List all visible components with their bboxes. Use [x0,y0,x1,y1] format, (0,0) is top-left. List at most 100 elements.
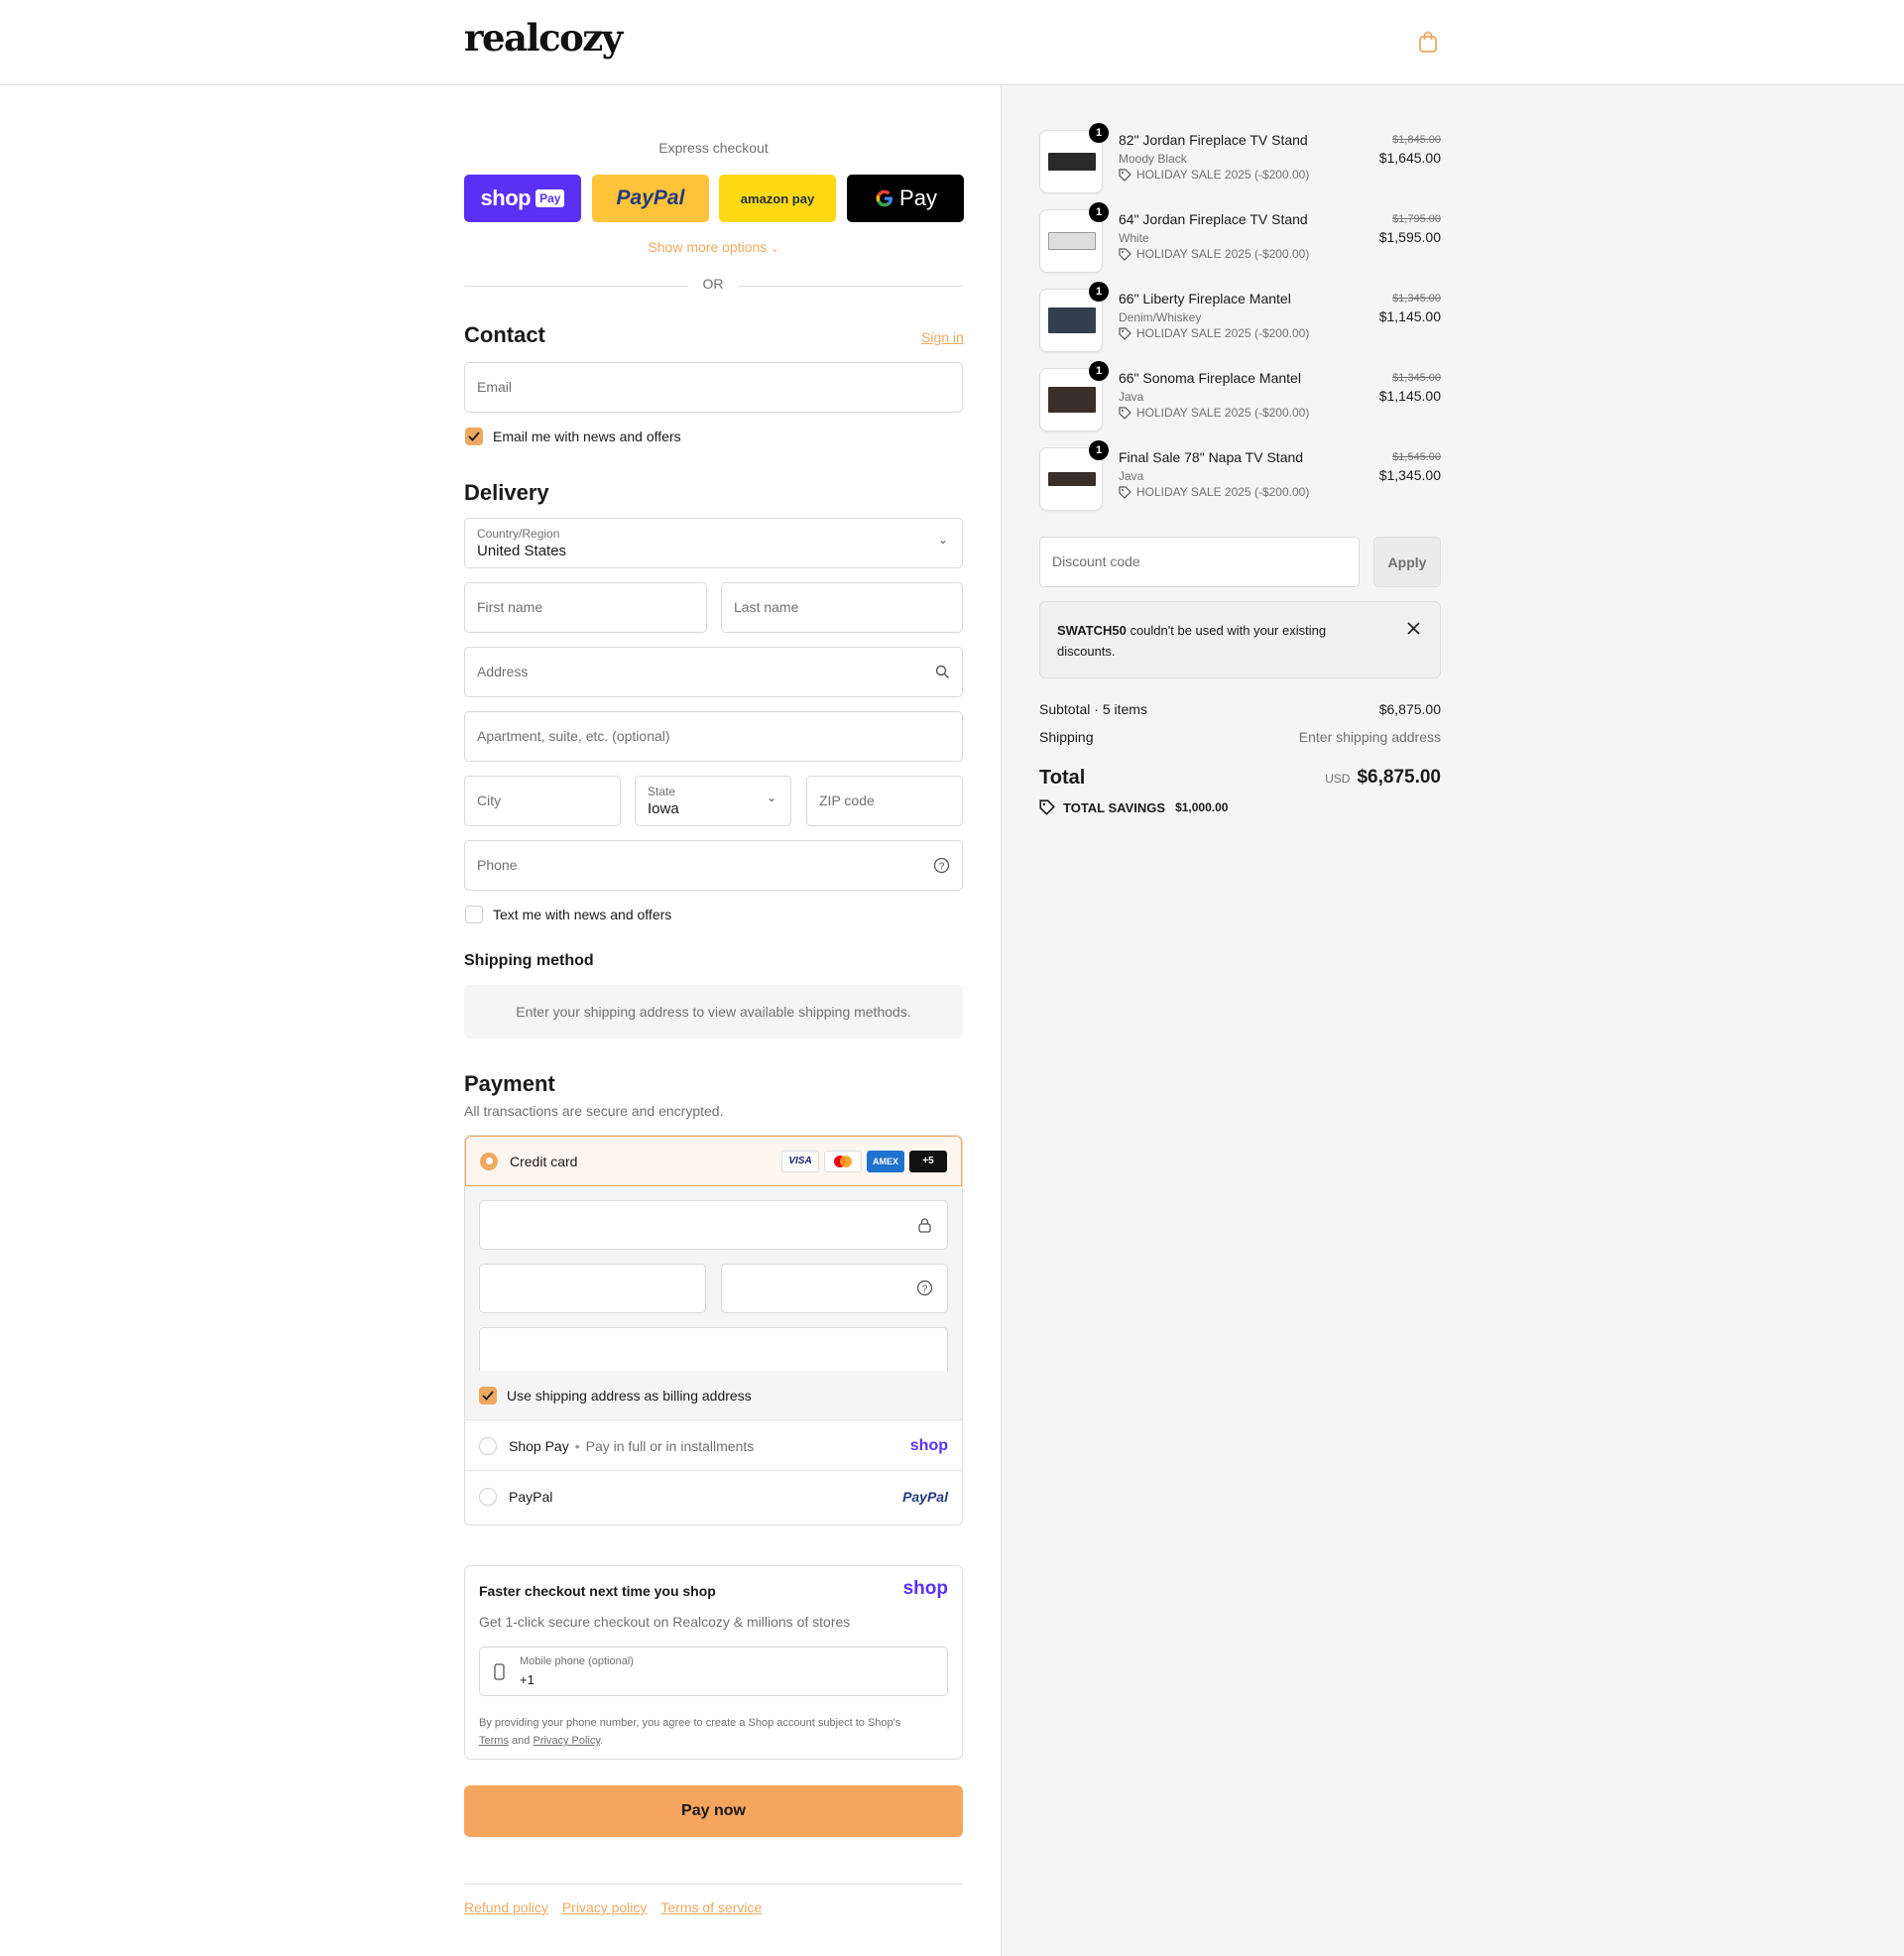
chevron-down-icon: ⌄ [771,244,779,255]
svg-text:?: ? [939,862,945,873]
and-text: and [512,1735,531,1747]
separator-dot: • [574,1437,580,1454]
search-icon [935,665,949,678]
google-pay-button[interactable]: Pay [847,175,964,222]
shop-pay-option[interactable]: Shop Pay • Pay in full or in installment… [465,1421,962,1471]
mobile-phone-value: +1 [520,1672,535,1687]
header: realcozy [0,0,1904,85]
country-value: United States [477,543,567,559]
billing-address-checkbox[interactable] [479,1386,497,1405]
amazon-pay-button[interactable]: amazon pay [719,175,836,222]
tag-icon [1119,168,1131,182]
mobile-phone-field[interactable]: Mobile phone (optional) +1 [479,1647,948,1696]
shop-pay-label: Shop Pay [509,1437,569,1454]
credit-card-label: Credit card [510,1153,578,1169]
sale-price: $1,145.00 [1378,308,1441,324]
email-placeholder: Email [477,379,513,395]
discount-code-field[interactable]: Discount code [1039,537,1360,587]
name-on-card-field[interactable] [479,1327,948,1377]
first-name-field[interactable]: First name [464,582,707,633]
order-item: 1 66" Liberty Fireplace Mantel Denim/Whi… [1039,282,1441,358]
country-label: Country/Region [477,527,560,541]
shipping-label: Shipping [1039,729,1094,745]
city-field[interactable]: City [464,776,621,826]
chevron-down-icon: ⌄ [766,791,776,804]
total-savings: TOTAL SAVINGS $1,000.00 [1039,799,1228,815]
footer-links: Refund policy Privacy policy Terms of se… [464,1899,762,1915]
discount-error-alert: SWATCH50 couldn't be used with your exis… [1039,601,1441,678]
apartment-field[interactable]: Apartment, suite, etc. (optional) [464,711,963,762]
paypal-express-button[interactable]: PayPal [592,175,709,222]
billing-address-label: Use shipping address as billing address [507,1387,752,1404]
help-icon[interactable]: ? [933,857,950,874]
last-name-placeholder: Last name [734,599,799,615]
state-select[interactable]: State Iowa ⌄ [635,776,791,826]
discount-label: HOLIDAY SALE 2025 (-$200.00) [1136,168,1310,182]
shop-pay-sublabel: Pay in full or in installments [585,1437,755,1454]
google-g-icon [876,189,893,207]
phone-placeholder: Phone [477,857,518,873]
expiry-field[interactable] [479,1264,706,1313]
shop-logo: shop [902,1578,948,1599]
card-number-field[interactable] [479,1200,948,1250]
footer-divider [464,1884,963,1885]
privacy-policy-link[interactable]: Privacy Policy [533,1735,600,1747]
billing-address-row: Use shipping address as billing address [465,1371,962,1420]
text-news-checkbox[interactable] [465,906,483,923]
show-more-options-link[interactable]: Show more options ⌄ [464,239,963,255]
store-logo[interactable]: realcozy [464,16,623,60]
product-name: 64" Jordan Fireplace TV Stand [1119,211,1308,227]
text-news-label: Text me with news and offers [493,907,672,922]
paypal-option[interactable]: PayPal PayPal [465,1472,962,1522]
address-field[interactable]: Address [464,647,963,697]
sign-in-link[interactable]: Sign in [921,329,964,345]
product-variant: Java [1119,469,1144,483]
paypal-logo: PayPal [902,1489,948,1505]
product-name: 66" Sonoma Fireplace Mantel [1119,370,1301,386]
tag-icon [1119,247,1131,261]
subtotal-label: Subtotal · 5 items [1039,701,1147,717]
savings-value: $1,000.00 [1175,800,1229,814]
email-news-checkbox[interactable] [465,428,483,445]
terms-of-service-link[interactable]: Terms of service [660,1899,762,1915]
sale-price: $1,595.00 [1378,229,1441,245]
shop-pay-button[interactable]: shop Pay [464,175,581,222]
quantity-badge: 1 [1089,123,1109,143]
faster-checkout-subtitle: Get 1-click secure checkout on Realcozy … [479,1614,851,1630]
delivery-heading: Delivery [464,480,549,505]
legal-text: By providing your phone number, you agre… [479,1717,901,1729]
product-discount: HOLIDAY SALE 2025 (-$200.00) [1119,168,1309,182]
shop-pay-radio[interactable] [479,1436,497,1455]
email-field[interactable]: Email [464,362,963,413]
privacy-policy-link[interactable]: Privacy policy [562,1899,648,1915]
phone-field[interactable]: Phone ? [464,840,963,891]
pay-now-button[interactable]: Pay now [464,1785,963,1837]
original-price: $1,345.00 [1392,372,1441,384]
refund-policy-link[interactable]: Refund policy [464,1899,548,1915]
lock-icon [918,1218,931,1233]
country-select[interactable]: Country/Region United States ⌄ [464,518,963,568]
city-placeholder: City [477,793,502,808]
help-icon[interactable]: ? [916,1280,933,1296]
credit-card-option[interactable]: Credit card VISA AMEX +5 [465,1136,962,1186]
sale-price: $1,645.00 [1378,150,1441,166]
paypal-wordmark: PayPal [616,186,685,209]
shop-pay-wordmark: shop [480,185,532,210]
paypal-radio[interactable] [479,1488,497,1506]
apply-discount-button[interactable]: Apply [1373,537,1441,587]
order-item: 1 82" Jordan Fireplace TV Stand Moody Bl… [1039,123,1441,199]
svg-text:?: ? [922,1284,928,1295]
product-name: 66" Liberty Fireplace Mantel [1119,291,1291,306]
security-code-field[interactable]: ? [721,1264,948,1313]
amazon-pay-wordmark: amazon pay [740,190,815,206]
zip-placeholder: ZIP code [819,793,875,808]
close-icon[interactable] [1407,622,1420,635]
terms-link[interactable]: Terms [479,1735,509,1747]
shopping-bag-icon[interactable] [1418,30,1438,54]
last-name-field[interactable]: Last name [721,582,963,633]
shipping-value: Enter shipping address [1298,729,1441,745]
zip-field[interactable]: ZIP code [806,776,963,826]
credit-card-radio[interactable] [480,1152,498,1170]
original-price: $1,795.00 [1392,213,1441,225]
or-label: OR [688,276,738,292]
